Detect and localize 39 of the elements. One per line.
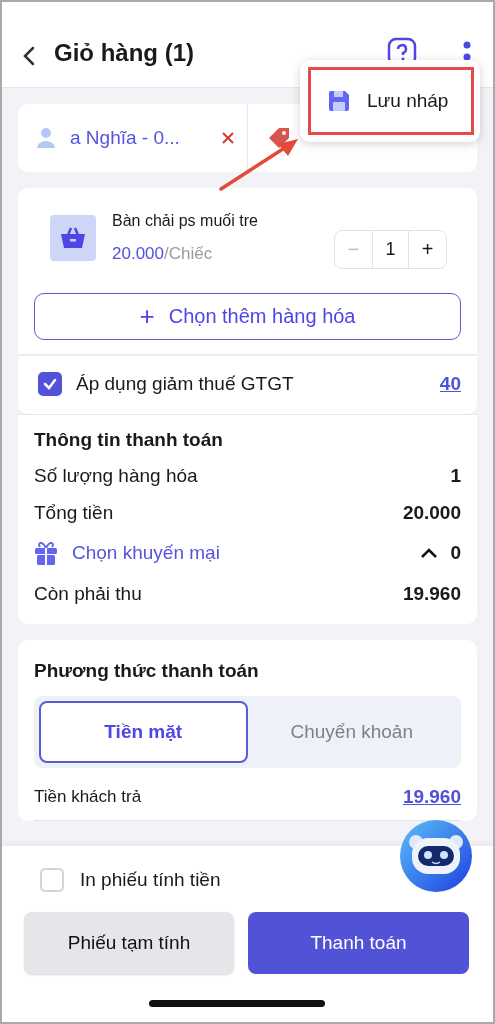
increase-button[interactable]: +	[409, 231, 446, 268]
remove-icon	[221, 131, 235, 145]
print-label: In phiếu tính tiền	[80, 869, 221, 891]
promotion-value: 0	[450, 542, 461, 564]
check-icon	[42, 376, 58, 392]
filter-chip[interactable]: a Nghĩa - 0...	[18, 104, 247, 172]
info-label: Tổng tiền	[34, 501, 114, 524]
product-price: 20.000	[112, 243, 164, 263]
add-items-button[interactable]: + Chọn thêm hàng hóa	[34, 293, 461, 340]
draft-bill-button[interactable]: Phiếu tạm tính	[24, 912, 234, 974]
basket-icon	[60, 225, 86, 250]
section-title: Phương thức thanh toán	[34, 660, 260, 682]
product-name: Bàn chải ps muối tre	[112, 211, 259, 230]
product-unit: /Chiếc	[164, 243, 213, 263]
promotion-button[interactable]: Chọn khuyến mại	[34, 540, 220, 566]
gift-icon	[34, 540, 58, 566]
vat-amount-link[interactable]: 40	[439, 373, 461, 395]
info-value: 1	[450, 464, 461, 487]
print-checkbox[interactable]	[40, 868, 64, 892]
customer-pays-link[interactable]: 19.960	[402, 786, 461, 808]
info-label: Số lượng hàng hóa	[34, 464, 198, 487]
person-icon	[36, 127, 56, 149]
payment-method-tab[interactable]: Chuyển khoản	[247, 701, 456, 763]
page-title: Giỏ hàng (1)	[54, 39, 195, 67]
info-label: Tiền khách trả	[34, 787, 142, 807]
customer-name: a Nghĩa - 0...	[70, 127, 181, 149]
robot-assistant-icon	[400, 820, 472, 892]
back-button[interactable]	[22, 45, 36, 67]
info-value: 19.960	[402, 582, 461, 605]
info-label: Còn phải thu	[34, 582, 142, 605]
caret-up-icon	[420, 547, 439, 559]
info-value: 20.000	[402, 501, 461, 524]
vat-label: Áp dụng giảm thuế GTGT	[76, 373, 295, 395]
payment-method-tab[interactable]: Tiền mặt	[39, 701, 248, 763]
save-draft-menu-item[interactable]: Lưu nháp	[308, 67, 474, 135]
pay-button[interactable]: Thanh toán	[248, 912, 469, 974]
vat-checkbox[interactable]	[38, 372, 62, 396]
quantity-field[interactable]: 1	[372, 231, 409, 268]
section-title: Thông tin thanh toán	[34, 429, 224, 451]
